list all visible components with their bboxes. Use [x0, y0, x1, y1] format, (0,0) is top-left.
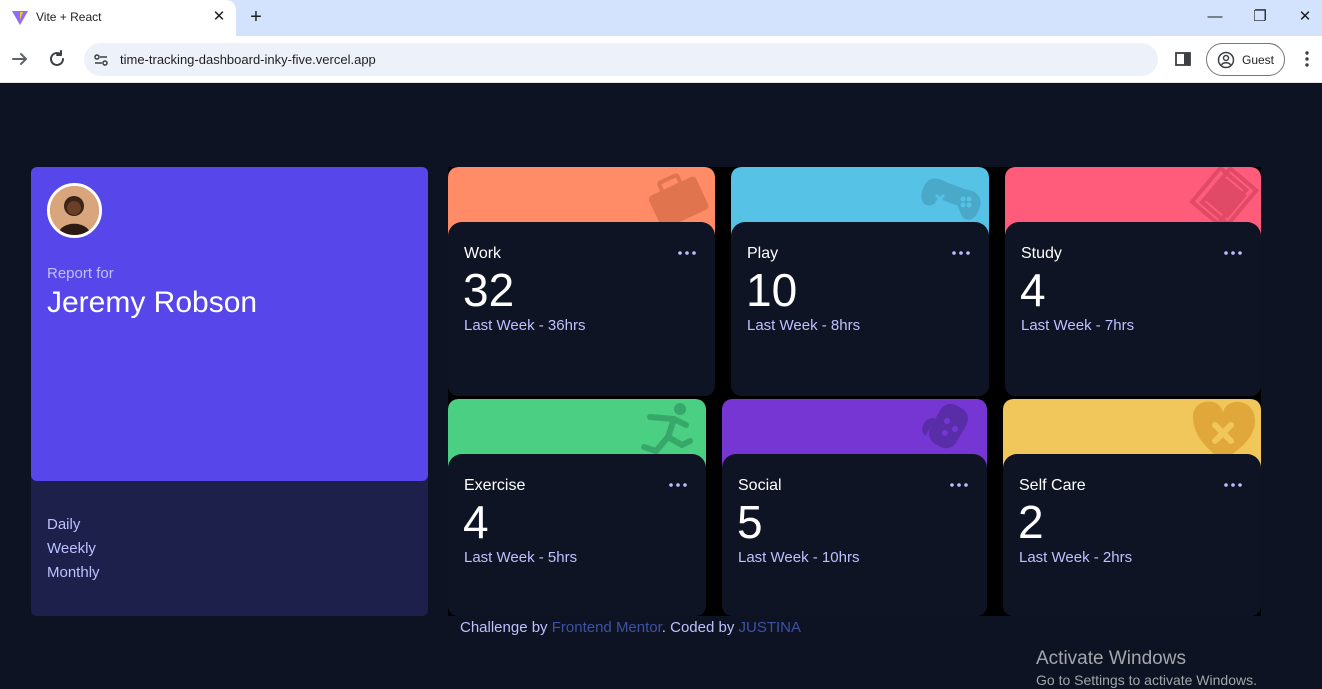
forward-icon[interactable]	[9, 48, 31, 70]
card-title: Play	[747, 245, 779, 262]
account-icon	[1217, 51, 1235, 69]
attribution-middle: . Coded by	[661, 619, 739, 636]
new-tab-icon[interactable]: +	[245, 6, 267, 28]
activity-card-exercise: Exercise 4 Last Week - 5hrs	[448, 399, 706, 616]
frontend-mentor-link[interactable]: Frontend Mentor	[552, 619, 662, 636]
ellipsis-icon[interactable]	[1223, 246, 1243, 260]
previous-hours: Last Week - 8hrs	[747, 317, 861, 334]
current-hours: 2	[1018, 496, 1044, 548]
card-title: Work	[464, 245, 502, 262]
activity-card-study: Study 4 Last Week - 7hrs	[1005, 167, 1261, 396]
ellipsis-icon[interactable]	[1223, 478, 1243, 492]
card-body: Social 5 Last Week - 10hrs	[722, 454, 987, 616]
vite-favicon-icon	[12, 11, 28, 25]
period-daily-button[interactable]: Daily	[47, 516, 80, 533]
current-hours: 4	[1020, 264, 1046, 316]
ellipsis-icon[interactable]	[677, 246, 697, 260]
current-hours: 10	[746, 264, 798, 316]
card-title: Exercise	[464, 477, 526, 494]
profile-button[interactable]: Guest	[1206, 43, 1285, 76]
browser-tab[interactable]: Vite + React ✕	[0, 0, 236, 36]
site-info-icon[interactable]	[92, 51, 110, 69]
period-weekly-button[interactable]: Weekly	[47, 540, 96, 557]
watermark-title: Activate Windows	[1036, 648, 1186, 669]
browser-tab-strip: Vite + React ✕ + — ❐ ✕	[0, 0, 1322, 36]
restore-icon[interactable]: ❐	[1248, 6, 1272, 28]
card-title: Social	[738, 477, 782, 494]
window-close-icon[interactable]: ✕	[1293, 6, 1317, 28]
side-panel-icon[interactable]	[1174, 50, 1192, 68]
ellipsis-icon[interactable]	[949, 478, 969, 492]
reload-icon[interactable]	[46, 48, 68, 70]
current-hours: 5	[737, 496, 763, 548]
profile-label: Guest	[1242, 53, 1275, 67]
url-text[interactable]: time-tracking-dashboard-inky-five.vercel…	[120, 52, 376, 67]
activity-card-work: Work 32 Last Week - 36hrs	[448, 167, 715, 396]
avatar	[47, 183, 102, 238]
more-menu-icon[interactable]	[1298, 49, 1316, 69]
tab-close-icon[interactable]: ✕	[210, 8, 228, 26]
attribution-prefix: Challenge by	[460, 619, 552, 636]
minimize-icon[interactable]: —	[1203, 6, 1227, 28]
card-body: Exercise 4 Last Week - 5hrs	[448, 454, 706, 616]
previous-hours: Last Week - 7hrs	[1021, 317, 1135, 334]
profile-header: Report for Jeremy Robson	[31, 167, 428, 481]
card-body: Self Care 2 Last Week - 2hrs	[1003, 454, 1261, 616]
windows-activation-watermark: Activate Windows Go to Settings to activ…	[1036, 648, 1257, 688]
current-hours: 4	[463, 496, 489, 548]
report-for-label: Report for	[47, 265, 114, 282]
card-title: Self Care	[1019, 477, 1086, 494]
browser-toolbar: time-tracking-dashboard-inky-five.vercel…	[0, 36, 1322, 83]
tab-title: Vite + React	[36, 10, 102, 24]
activity-card-play: Play 10 Last Week - 8hrs	[731, 167, 989, 396]
previous-hours: Last Week - 2hrs	[1019, 549, 1133, 566]
activity-card-self-care: Self Care 2 Last Week - 2hrs	[1003, 399, 1261, 616]
period-monthly-button[interactable]: Monthly	[47, 564, 100, 581]
attribution-footer: Challenge by Frontend Mentor. Coded by J…	[460, 619, 801, 636]
activity-card-social: Social 5 Last Week - 10hrs	[722, 399, 987, 616]
previous-hours: Last Week - 5hrs	[464, 549, 578, 566]
ellipsis-icon[interactable]	[668, 478, 688, 492]
author-link[interactable]: JUSTINA	[739, 619, 802, 636]
ellipsis-icon[interactable]	[951, 246, 971, 260]
previous-hours: Last Week - 10hrs	[738, 549, 860, 566]
page-content: Report for Jeremy Robson Daily Weekly Mo…	[0, 83, 1322, 689]
card-body: Work 32 Last Week - 36hrs	[448, 222, 715, 396]
previous-hours: Last Week - 36hrs	[464, 317, 586, 334]
watermark-subtitle: Go to Settings to activate Windows.	[1036, 672, 1257, 688]
card-body: Study 4 Last Week - 7hrs	[1005, 222, 1261, 396]
user-name: Jeremy Robson	[47, 286, 258, 319]
card-title: Study	[1021, 245, 1062, 262]
address-bar[interactable]: time-tracking-dashboard-inky-five.vercel…	[84, 43, 1158, 76]
card-body: Play 10 Last Week - 8hrs	[731, 222, 989, 396]
current-hours: 32	[463, 264, 515, 316]
profile-card: Report for Jeremy Robson Daily Weekly Mo…	[31, 167, 428, 616]
